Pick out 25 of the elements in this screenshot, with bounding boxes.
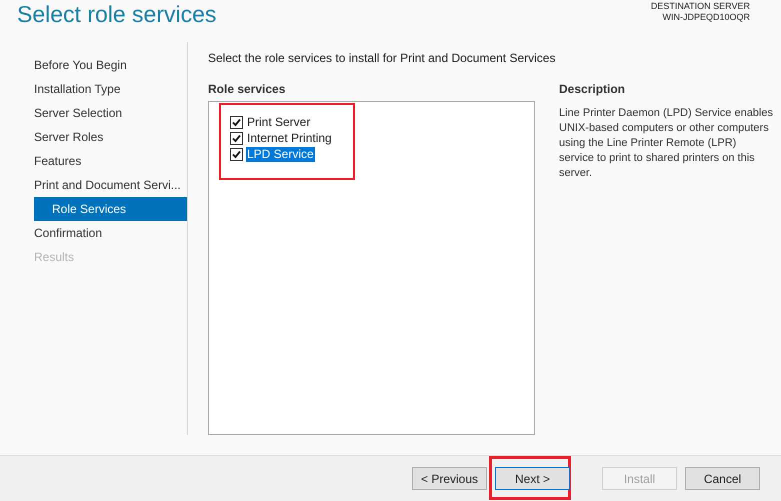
role-service-label[interactable]: LPD Service: [246, 146, 315, 162]
wizard-step: Results: [34, 245, 187, 269]
wizard-step[interactable]: Installation Type: [34, 77, 187, 101]
page-title: Select role services: [17, 0, 216, 28]
destination-label: DESTINATION SERVER: [650, 1, 750, 12]
wizard-step[interactable]: Server Roles: [34, 125, 187, 149]
wizard-step[interactable]: Server Selection: [34, 101, 187, 125]
wizard-step[interactable]: Role Services: [34, 197, 187, 221]
instruction-text: Select the role services to install for Print and Document Services: [208, 50, 556, 66]
wizard-step[interactable]: Confirmation: [34, 221, 187, 245]
wizard-button[interactable]: < Previous: [412, 467, 487, 490]
wizard-button[interactable]: Next >: [495, 467, 570, 490]
checkbox[interactable]: [230, 148, 243, 160]
wizard-step[interactable]: Print and Document Servi...: [34, 173, 187, 197]
description-text: Line Printer Daemon (LPD) Service enables UNIX-based computers or other computers using the Line Printer Remote (LPR) service to print to shared printers on this server.: [559, 106, 774, 181]
wizard-step[interactable]: Features: [34, 149, 187, 173]
checkbox[interactable]: [230, 132, 243, 144]
description-heading: Description: [559, 81, 626, 97]
wizard-button[interactable]: Cancel: [685, 467, 760, 490]
checkbox[interactable]: [230, 116, 243, 128]
wizard-step[interactable]: Before You Begin: [34, 53, 187, 77]
role-services-heading: Role services: [208, 81, 286, 97]
role-service-label[interactable]: Print Server: [246, 114, 312, 130]
role-service-label[interactable]: Internet Printing: [246, 130, 333, 146]
destination-server: WIN-JDPEQD10OQR: [662, 12, 750, 23]
